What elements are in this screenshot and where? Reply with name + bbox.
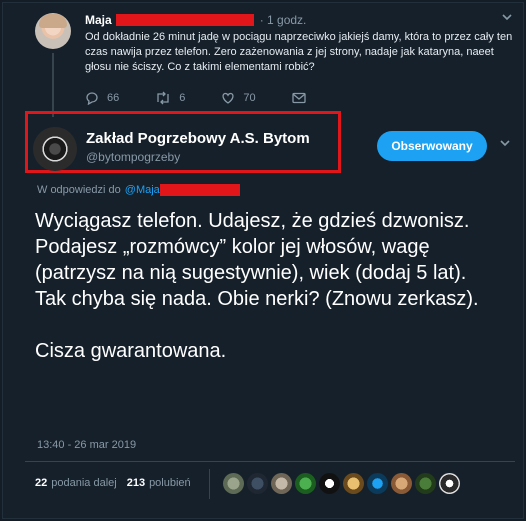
avatar[interactable] (223, 473, 244, 494)
message-button[interactable] (291, 92, 314, 104)
tweet-timestamp[interactable]: 13:40 - 26 mar 2019 (37, 439, 136, 451)
like-label[interactable]: polubień (149, 477, 191, 489)
redaction-bar (115, 14, 254, 26)
avatar[interactable] (247, 473, 268, 494)
retweet-count: 6 (179, 92, 186, 104)
thread-line (52, 53, 54, 117)
retweet-count[interactable]: 22 (35, 477, 47, 489)
avatar[interactable] (415, 473, 436, 494)
reply-mention[interactable]: @Maja (125, 184, 160, 196)
avatar[interactable] (367, 473, 388, 494)
divider (25, 461, 515, 462)
redaction-bar (159, 184, 240, 196)
parent-tweet-header: Maja · 1 godz. (85, 12, 306, 28)
avatar[interactable] (319, 473, 340, 494)
like-count: 70 (243, 92, 256, 104)
divider (209, 469, 210, 499)
retweet-label[interactable]: podania dalej (51, 477, 116, 489)
message-icon (291, 92, 306, 104)
parent-tweet-text: Od dokładnie 26 minut jadę w pociągu nap… (85, 31, 513, 73)
tweet-stats: 22 podania dalej 213 polubień (35, 477, 191, 489)
like-count[interactable]: 213 (127, 477, 145, 489)
avatar[interactable] (343, 473, 364, 494)
tweet-frame: Maja · 1 godz. Od dokładnie 26 minut jad… (2, 2, 524, 519)
retweet-icon (157, 91, 169, 105)
avatar[interactable] (271, 473, 292, 494)
chevron-down-icon[interactable] (501, 11, 513, 26)
avatar[interactable] (391, 473, 412, 494)
author-name[interactable]: Maja (85, 13, 112, 27)
follow-button[interactable]: Obserwowany (377, 131, 487, 161)
tweet-text: Wyciągasz telefon. Udajesz, że gdzieś dz… (35, 210, 479, 362)
author-name[interactable]: Zakład Pogrzebowy A.S. Bytom (86, 130, 310, 147)
like-button[interactable]: 70 (221, 91, 256, 105)
liker-avatars (223, 473, 463, 494)
reply-context: W odpowiedzi do @Maja (37, 184, 240, 196)
retweet-button[interactable]: 6 (155, 91, 185, 105)
reply-count: 66 (107, 92, 120, 104)
heart-icon (222, 92, 234, 104)
avatar[interactable] (295, 473, 316, 494)
avatar[interactable] (33, 127, 77, 171)
chevron-down-icon[interactable] (499, 137, 511, 152)
parent-tweet-actions: 66 6 70 (85, 91, 350, 105)
reply-button[interactable]: 66 (85, 91, 119, 105)
author-handle[interactable]: @bytompogrzeby (86, 150, 180, 164)
avatar[interactable] (35, 13, 71, 49)
avatar[interactable] (439, 473, 460, 494)
reply-prefix: W odpowiedzi do (37, 184, 121, 196)
parent-tweet[interactable]: Maja · 1 godz. Od dokładnie 26 minut jad… (3, 3, 525, 117)
tweet-time[interactable]: · 1 godz. (260, 13, 307, 27)
reply-icon (86, 92, 98, 105)
